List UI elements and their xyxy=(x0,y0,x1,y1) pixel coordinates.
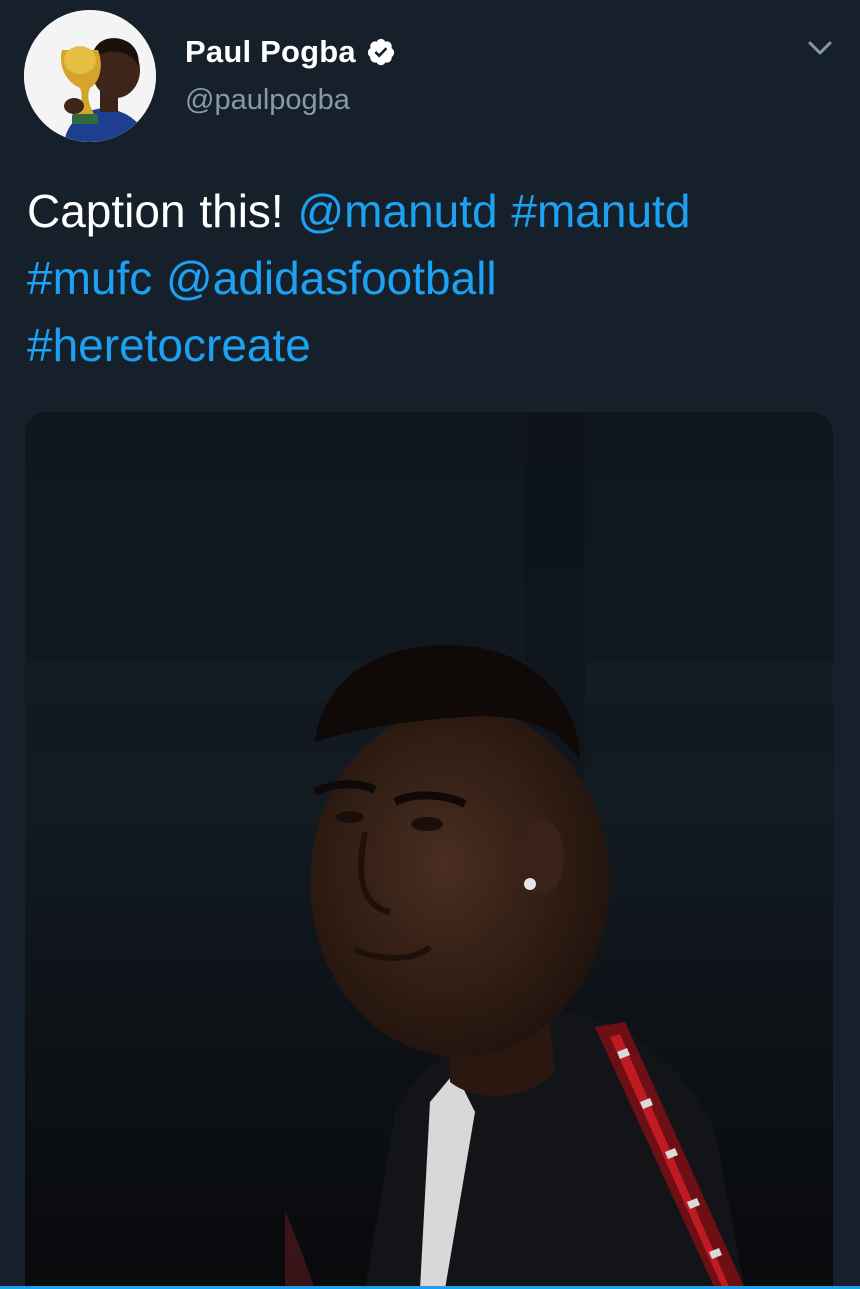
tweet-card: Paul Pogba @paulpogba Caption this! @man… xyxy=(0,0,860,1289)
author-handle[interactable]: @paulpogba xyxy=(185,84,350,117)
tweet-text-plain: Caption this! xyxy=(27,185,298,237)
tweet-text: Caption this! @manutd #manutd #mufc @adi… xyxy=(27,178,827,379)
mention-link[interactable]: @manutd xyxy=(297,185,497,237)
mention-link[interactable]: @adidasfootball xyxy=(166,252,497,304)
avatar[interactable] xyxy=(24,10,156,142)
hashtag-link[interactable]: #heretocreate xyxy=(27,319,311,371)
chevron-down-icon[interactable] xyxy=(802,30,838,66)
author-name-row[interactable]: Paul Pogba xyxy=(185,32,396,72)
verified-badge-icon xyxy=(367,38,394,66)
hashtag-link[interactable]: #manutd xyxy=(511,185,690,237)
tweet-media-photo[interactable] xyxy=(25,412,833,1289)
hashtag-link[interactable]: #mufc xyxy=(27,252,152,304)
text-space xyxy=(498,185,512,237)
author-display-name[interactable]: Paul Pogba xyxy=(185,34,356,70)
text-space xyxy=(152,252,166,304)
